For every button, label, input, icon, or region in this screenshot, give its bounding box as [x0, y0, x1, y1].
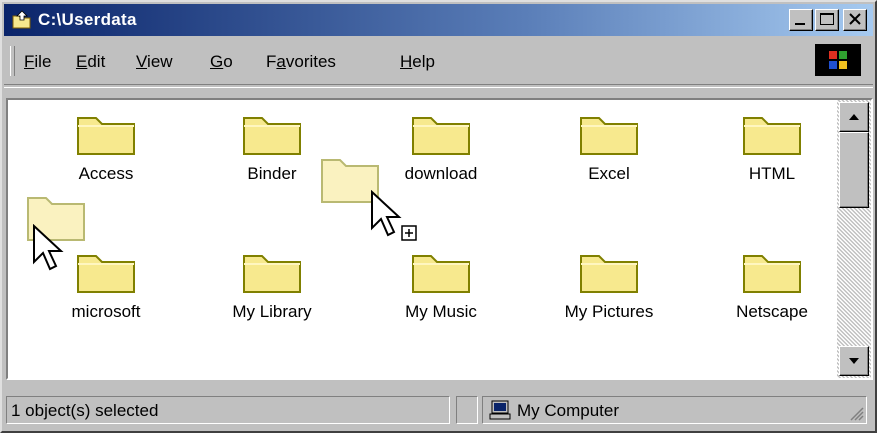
folder-label: HTML: [748, 164, 796, 183]
menu-help[interactable]: Help: [400, 52, 435, 72]
folder-view[interactable]: Access Binder download Excel HTML micros…: [6, 98, 873, 380]
folder-my-music[interactable]: My Music: [371, 250, 511, 322]
folder-icon: [580, 117, 638, 155]
folder-label: Excel: [588, 164, 630, 183]
status-empty-panel: [456, 396, 478, 424]
folder-my-pictures[interactable]: My Pictures: [539, 250, 679, 322]
folder-label: My Pictures: [564, 302, 654, 321]
menu-favorites[interactable]: Favorites: [266, 52, 336, 72]
status-bar: 1 object(s) selected My Computer: [6, 396, 873, 426]
folder-label: My Music: [405, 302, 477, 321]
resize-grip-icon[interactable]: [848, 405, 864, 421]
menu-edit[interactable]: Edit: [76, 52, 105, 72]
folder-icon: [743, 117, 801, 155]
folder-label: download: [404, 164, 478, 183]
scroll-down-button[interactable]: [839, 346, 869, 376]
scroll-up-button[interactable]: [839, 102, 869, 132]
scroll-thumb[interactable]: [839, 132, 869, 208]
title-bar[interactable]: C:\Userdata: [4, 4, 873, 36]
folder-open-icon: [12, 10, 32, 30]
folder-html[interactable]: HTML: [702, 112, 842, 184]
maximize-button[interactable]: [815, 9, 839, 31]
folder-icon: [77, 117, 135, 155]
folder-my-library[interactable]: My Library: [202, 250, 342, 322]
folder-download[interactable]: download: [371, 112, 511, 184]
menu-grip[interactable]: [10, 46, 15, 76]
arrow-cursor-icon: [33, 224, 64, 271]
folder-icon: [743, 255, 801, 293]
copy-cursor-icon: [371, 190, 417, 241]
folder-label: microsoft: [71, 302, 141, 321]
explorer-window: C:\Userdata File Edit View Go Favorites …: [0, 0, 877, 433]
folder-icon: [243, 117, 301, 155]
status-location-panel: My Computer: [482, 396, 867, 424]
close-button[interactable]: [843, 9, 867, 31]
menu-view[interactable]: View: [136, 52, 173, 72]
folder-icon: [580, 255, 638, 293]
folder-label: My Library: [232, 302, 312, 321]
folder-access[interactable]: Access: [36, 112, 176, 184]
status-selection-text: 1 object(s) selected: [11, 401, 159, 420]
windows-logo-icon: [815, 44, 861, 76]
window-title: C:\Userdata: [38, 10, 137, 29]
vertical-scrollbar[interactable]: [837, 100, 871, 378]
status-selection-panel: 1 object(s) selected: [6, 396, 450, 424]
folder-icon: [77, 255, 135, 293]
folder-netscape[interactable]: Netscape: [702, 250, 842, 322]
menu-bar: File Edit View Go Favorites Help: [4, 38, 873, 82]
my-computer-icon: [489, 400, 511, 420]
folder-icon: [412, 117, 470, 155]
folder-icon: [412, 255, 470, 293]
folder-icon: [243, 255, 301, 293]
menu-go[interactable]: Go: [210, 52, 233, 72]
menu-file[interactable]: File: [24, 52, 51, 72]
folder-label: Netscape: [736, 302, 808, 321]
folder-excel[interactable]: Excel: [539, 112, 679, 184]
menu-separator: [4, 84, 873, 88]
folder-label: Access: [78, 164, 134, 183]
status-location-text: My Computer: [517, 401, 620, 420]
minimize-button[interactable]: [789, 9, 813, 31]
